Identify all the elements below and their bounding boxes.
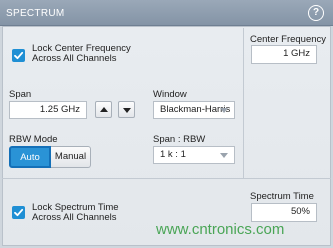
span-rbw-label: Span : RBW (153, 134, 206, 145)
spectrum-time-label: Spectrum Time (250, 191, 314, 202)
panel-title: SPECTRUM (6, 8, 65, 19)
vertical-divider (243, 28, 244, 178)
span-increase-button[interactable] (95, 101, 112, 118)
triangle-up-icon (100, 107, 108, 112)
help-circle-icon[interactable]: ? (308, 5, 324, 21)
horizontal-divider (2, 178, 331, 179)
center-frequency-label: Center Frequency (250, 34, 327, 45)
window-dropdown[interactable]: Blackman-Harris (153, 101, 235, 119)
center-frequency-input[interactable]: 1 GHz (251, 45, 317, 64)
span-decrease-button[interactable] (118, 101, 135, 118)
checkmark-icon (14, 51, 24, 60)
rbw-mode-label: RBW Mode (9, 134, 58, 145)
title-bar: SPECTRUM (0, 0, 333, 26)
lock-spectrum-line2: Across All Channels (32, 212, 117, 223)
rbw-mode-auto-button[interactable]: Auto (9, 146, 51, 168)
span-input[interactable]: 1.25 GHz (9, 101, 87, 119)
lock-spectrum-time-label: Lock Spectrum Time Across All Channels (32, 203, 119, 223)
spectrum-time-input[interactable]: 50% (251, 203, 317, 222)
lock-spectrum-time-checkbox[interactable] (12, 206, 25, 219)
lock-center-frequency-checkbox[interactable] (12, 49, 25, 62)
checkmark-icon (14, 208, 24, 217)
span-rbw-dropdown[interactable]: 1 k : 1 (153, 146, 235, 164)
triangle-down-icon (123, 108, 131, 113)
span-rbw-selected-value: 1 k : 1 (160, 149, 186, 160)
span-label: Span (9, 89, 32, 100)
window-label: Window (153, 89, 187, 100)
lock-center-line2: Across All Channels (32, 53, 117, 64)
chevron-down-icon (220, 108, 228, 113)
rbw-mode-manual-button[interactable]: Manual (51, 146, 91, 168)
chevron-down-icon (220, 153, 228, 158)
watermark: www.cntronics.com (156, 221, 285, 238)
lock-center-frequency-label: Lock Center Frequency Across All Channel… (32, 44, 131, 64)
